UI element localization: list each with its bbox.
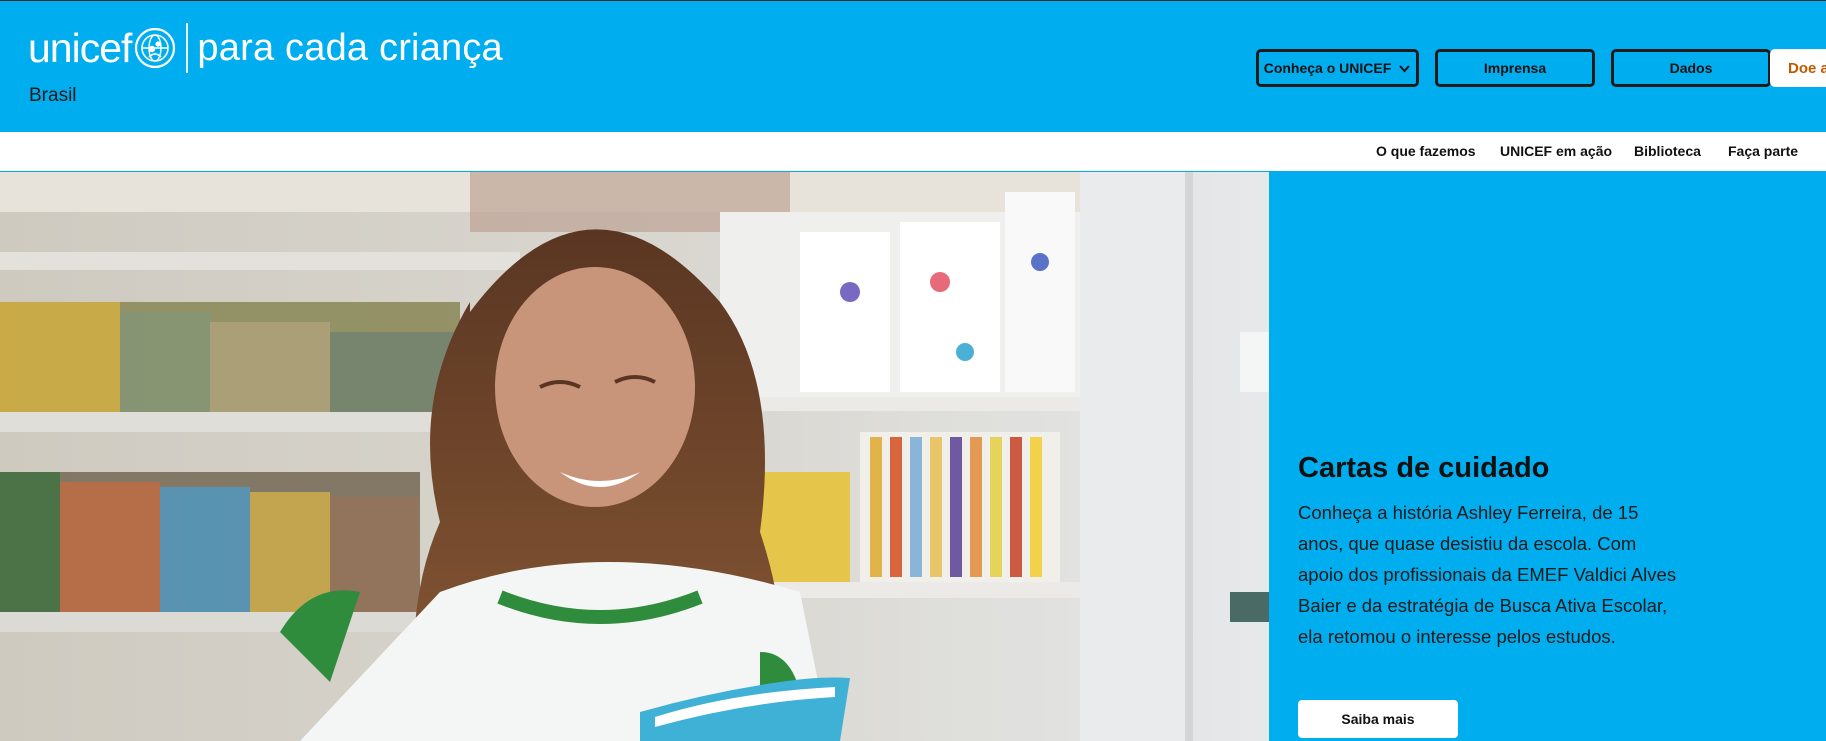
subnav-item-faca-parte[interactable]: Faça parte xyxy=(1728,143,1798,159)
saiba-mais-button[interactable]: Saiba mais xyxy=(1298,700,1458,738)
chevron-down-icon xyxy=(1399,64,1411,72)
nav-conheca-label: Conheça o UNICEF xyxy=(1263,60,1392,76)
top-nav: Conheça o UNICEF Imprensa Dados xyxy=(1256,49,1787,87)
logo-tagline: para cada criança xyxy=(197,27,503,69)
hero-panel: Cartas de cuidado Conheça a história Ash… xyxy=(1269,172,1826,741)
unicef-logo[interactable]: unicef para cada criança xyxy=(28,23,503,73)
nav-dados-button[interactable]: Dados xyxy=(1611,49,1771,87)
hero-description: Conheça a história Ashley Ferreira, de 1… xyxy=(1298,502,1677,647)
logo-wordmark: unicef xyxy=(28,24,132,71)
logo-divider xyxy=(186,23,189,73)
secondary-nav: O que fazemos UNICEF em ação Biblioteca … xyxy=(0,132,1826,172)
unicef-globe-icon xyxy=(135,27,176,69)
hero-photo-illustration xyxy=(0,172,1269,741)
hero-title: Cartas de cuidado xyxy=(1298,452,1550,484)
country-label: Brasil xyxy=(29,85,77,106)
nav-conheca-unicef-button[interactable]: Conheça o UNICEF xyxy=(1256,49,1419,87)
subnav-item-unicef-em-acao[interactable]: UNICEF em ação xyxy=(1500,143,1612,159)
subnav-item-o-que-fazemos[interactable]: O que fazemos xyxy=(1376,143,1476,159)
hero-image xyxy=(0,172,1269,741)
subnav-item-biblioteca[interactable]: Biblioteca xyxy=(1634,143,1701,159)
nav-imprensa-button[interactable]: Imprensa xyxy=(1435,49,1595,87)
donate-button[interactable]: Doe a xyxy=(1770,49,1826,87)
site-header: unicef para cada criança Brasil Conheça … xyxy=(0,0,1826,132)
